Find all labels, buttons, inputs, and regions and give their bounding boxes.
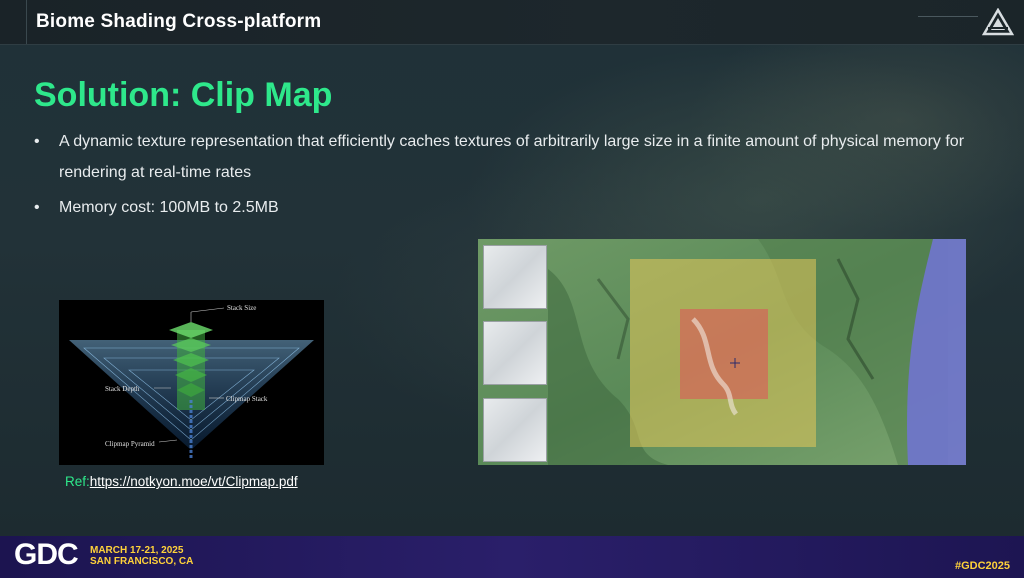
header-decoration-right — [918, 16, 978, 23]
footer-dates: MARCH 17-21, 2025 — [90, 545, 184, 556]
bullet-dot: • — [34, 199, 40, 216]
triangle-logo-icon — [982, 8, 1014, 36]
footer-event-info: MARCH 17-21, 2025 SAN FRANCISCO, CA — [90, 545, 193, 567]
terrain-clipmap-image — [478, 239, 966, 465]
clipmap-pyramid-figure: Stack Size Stack Depth Clipmap Stack Cli… — [59, 300, 324, 465]
header-title: Biome Shading Cross-platform — [36, 11, 322, 32]
label-clipmap-stack: Clipmap Stack — [226, 395, 268, 403]
bullet-text: Memory cost: 100MB to 2.5MB — [59, 199, 279, 216]
clipmap-diagram: Stack Size Stack Depth Clipmap Stack Cli… — [69, 304, 314, 458]
texture-thumbnail — [483, 245, 547, 309]
bullet-dot: • — [34, 133, 40, 150]
bullet-list: • A dynamic texture representation that … — [34, 126, 994, 223]
slide-title: Solution: Clip Map — [34, 76, 333, 114]
texture-thumbnail — [483, 321, 547, 385]
label-clipmap-pyramid: Clipmap Pyramid — [105, 440, 155, 448]
footer-location: SAN FRANCISCO, CA — [90, 556, 194, 567]
label-stack-depth: Stack Depth — [105, 385, 140, 393]
reference-link[interactable]: https://notkyon.moe/vt/Clipmap.pdf — [90, 474, 298, 489]
gdc-logo: GDC — [14, 538, 79, 571]
footer-bar: GDC MARCH 17-21, 2025 SAN FRANCISCO, CA — [0, 536, 1024, 578]
reference: Ref:https://notkyon.moe/vt/Clipmap.pdf — [65, 474, 298, 489]
reference-label: Ref: — [65, 474, 90, 489]
texture-thumbnail — [483, 398, 547, 462]
header-decoration — [0, 0, 27, 44]
bullet-item: • Memory cost: 100MB to 2.5MB — [34, 192, 994, 223]
terrain-visualization — [478, 239, 966, 465]
bullet-item: • A dynamic texture representation that … — [34, 126, 994, 188]
footer-hashtag: #GDC2025 — [955, 560, 1011, 572]
header-bar: Biome Shading Cross-platform — [0, 0, 1024, 45]
bullet-text: A dynamic texture representation that ef… — [59, 133, 965, 181]
label-stack-size: Stack Size — [227, 304, 256, 312]
